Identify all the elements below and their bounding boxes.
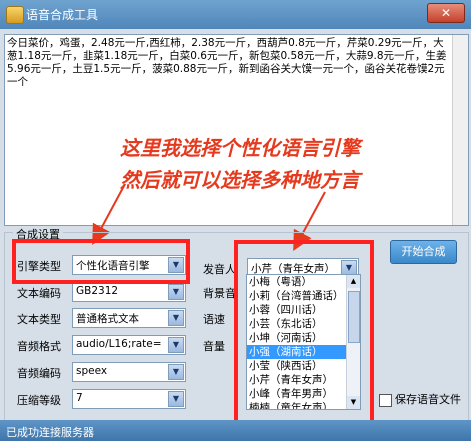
highlight-speaker-box [234,240,374,426]
text-encoding-select[interactable]: GB2312 ▼ [72,282,186,302]
audio-encoding-label: 音频编码 [17,367,61,380]
status-text: 已成功连接服务器 [6,426,94,439]
text-encoding-label: 文本编码 [17,287,61,300]
start-synthesis-button[interactable]: 开始合成 [390,240,457,264]
speaker-label: 发音人 [203,263,236,276]
text-type-label: 文本类型 [17,313,61,326]
arrow-to-engine [92,183,126,246]
save-audio-label: 保存语音文件 [395,393,461,406]
chevron-down-icon[interactable]: ▼ [168,391,184,407]
chevron-down-icon[interactable]: ▼ [168,310,184,326]
background-sound-label: 背景音 [203,287,236,300]
speed-label: 语速 [203,313,225,326]
audio-format-label: 音频格式 [17,340,61,353]
status-bar: 已成功连接服务器 [0,420,471,441]
chevron-down-icon[interactable]: ▼ [168,337,184,353]
volume-label: 音量 [203,340,225,353]
audio-encoding-select[interactable]: speex ▼ [72,362,186,382]
highlight-engine-box [12,239,190,284]
text-type-select[interactable]: 普通格式文本 ▼ [72,308,186,328]
checkbox-box[interactable] [379,393,392,407]
compression-select[interactable]: 7 ▼ [72,389,186,409]
chevron-down-icon[interactable]: ▼ [168,364,184,380]
save-audio-checkbox[interactable]: 保存语音文件 [379,391,461,407]
chevron-down-icon[interactable]: ▼ [168,284,184,300]
compression-label: 压缩等级 [17,394,61,407]
audio-format-select[interactable]: audio/L16;rate= ▼ [72,335,186,355]
